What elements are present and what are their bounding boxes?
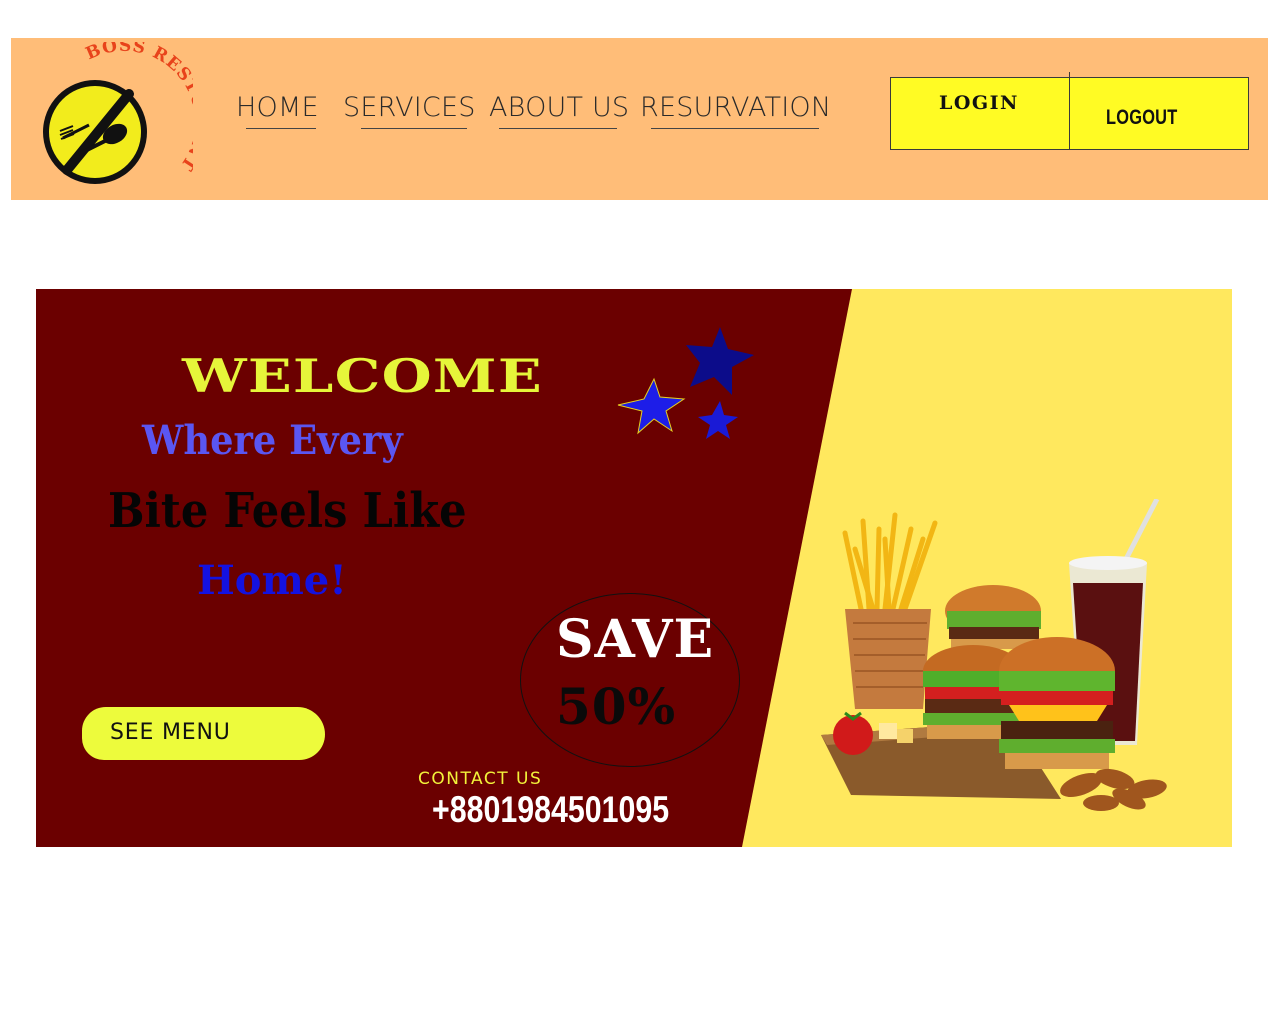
nav-home-label: HOME	[236, 92, 319, 123]
tagline-line-2: Bite Feels Like	[108, 483, 467, 539]
see-menu-button[interactable]: SEE MENU	[82, 707, 325, 760]
offer-percent-text: 50%	[556, 677, 677, 736]
star-icon	[686, 327, 754, 395]
nav-about-us-underline	[499, 128, 617, 129]
auth-panel: LOGIN LOGOUT	[890, 72, 1249, 150]
decorative-stars	[617, 327, 754, 439]
nav-resurvation-label: RESURVATION	[640, 92, 832, 123]
login-button-label: LOGIN	[939, 92, 1019, 114]
nav-about-us[interactable]: ABOUT US	[489, 88, 630, 129]
logout-button-label: LOGOUT	[1106, 106, 1178, 129]
contact-phone[interactable]: +8801984501095	[432, 789, 669, 831]
nav-services-underline	[361, 128, 467, 129]
hero-banner: WELCOME Where Every Bite Feels Like Home…	[36, 289, 1232, 847]
offer-save-text: SAVE	[556, 609, 715, 670]
nav-resurvation-underline	[651, 128, 819, 129]
tagline-line-1: Where Every	[142, 417, 403, 464]
brand-logo-graphic: BOSS RESTURENT	[43, 36, 209, 184]
welcome-heading: WELCOME	[182, 349, 543, 403]
contact-label: CONTACT US	[418, 769, 543, 789]
fries-icon	[842, 512, 938, 709]
see-menu-button-label: SEE MENU	[110, 720, 231, 745]
star-icon	[617, 377, 686, 435]
nav-resurvation[interactable]: RESURVATION	[640, 88, 832, 129]
burger-icon	[999, 637, 1115, 769]
site-header: BOSS RESTURENT HOME SERVICE	[11, 36, 1268, 200]
burger-icon	[945, 585, 1041, 649]
star-icon	[698, 401, 738, 439]
nav-home[interactable]: HOME	[236, 88, 319, 129]
brand-logo[interactable]: BOSS RESTURENT	[33, 36, 209, 194]
food-illustration	[821, 499, 1167, 811]
login-button[interactable]: LOGIN	[891, 78, 1069, 149]
nav-home-underline	[246, 128, 316, 129]
tagline-line-3: Home!	[197, 557, 347, 604]
nav-about-us-label: ABOUT US	[489, 92, 630, 123]
logout-button[interactable]: LOGOUT	[1070, 78, 1248, 149]
nav-services[interactable]: SERVICES	[343, 88, 476, 129]
nav-services-label: SERVICES	[343, 92, 476, 123]
